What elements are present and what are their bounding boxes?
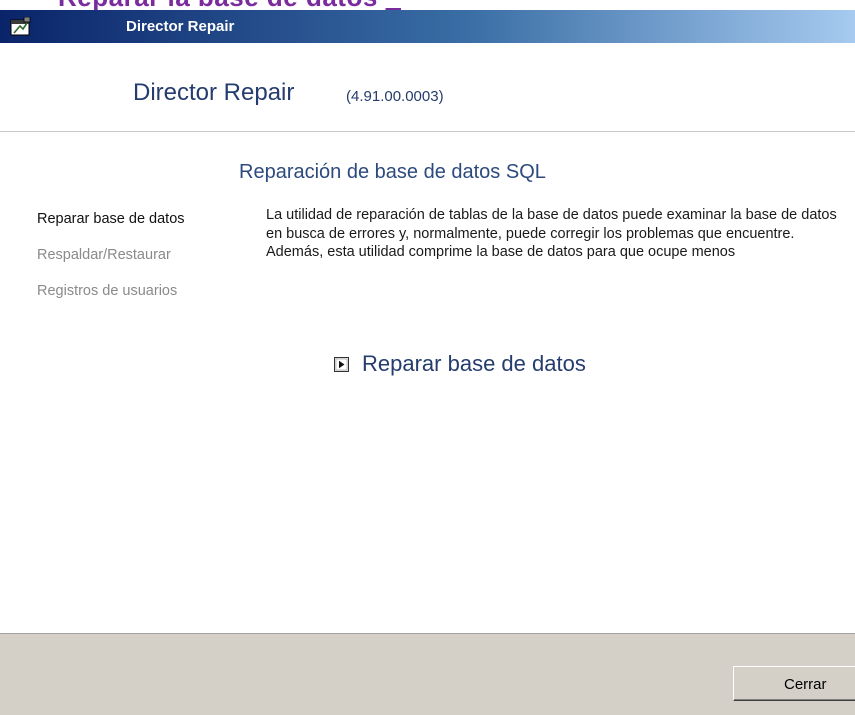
title-bar[interactable]: Director Repair [0,10,855,43]
window-title: Director Repair [126,18,235,35]
app-name: Director Repair [133,79,295,106]
sidebar: Reparar base de datos Respaldar/Restaura… [37,210,237,318]
cropped-page-heading: Reparar la base de datos [58,0,401,10]
page: Reparar la base de datos Director Repair… [0,0,855,715]
sidebar-item-backup-restore[interactable]: Respaldar/Restaurar [37,246,237,264]
arrow-right-box-icon [334,356,349,372]
cropped-page-heading-strip: Reparar la base de datos [0,0,855,10]
sidebar-item-repair-database[interactable]: Reparar base de datos [37,210,237,228]
section-title: Reparación de base de datos SQL [239,161,546,183]
description-text: La utilidad de reparación de tablas de l… [266,207,837,260]
repair-database-action-label: Reparar base de datos [362,351,586,376]
repair-database-action[interactable]: Reparar base de datos [334,351,586,377]
footer-bar: Cerrar [0,633,855,715]
sidebar-item-user-logs[interactable]: Registros de usuarios [37,282,237,300]
header: Director Repair (4.91.00.0003) [0,43,855,132]
close-button[interactable]: Cerrar [733,666,855,701]
version-label: (4.91.00.0003) [346,88,444,105]
app-icon [10,17,31,36]
director-repair-window: Director Repair Director Repair (4.91.00… [0,10,855,715]
description-panel: La utilidad de reparación de tablas de l… [266,206,855,279]
